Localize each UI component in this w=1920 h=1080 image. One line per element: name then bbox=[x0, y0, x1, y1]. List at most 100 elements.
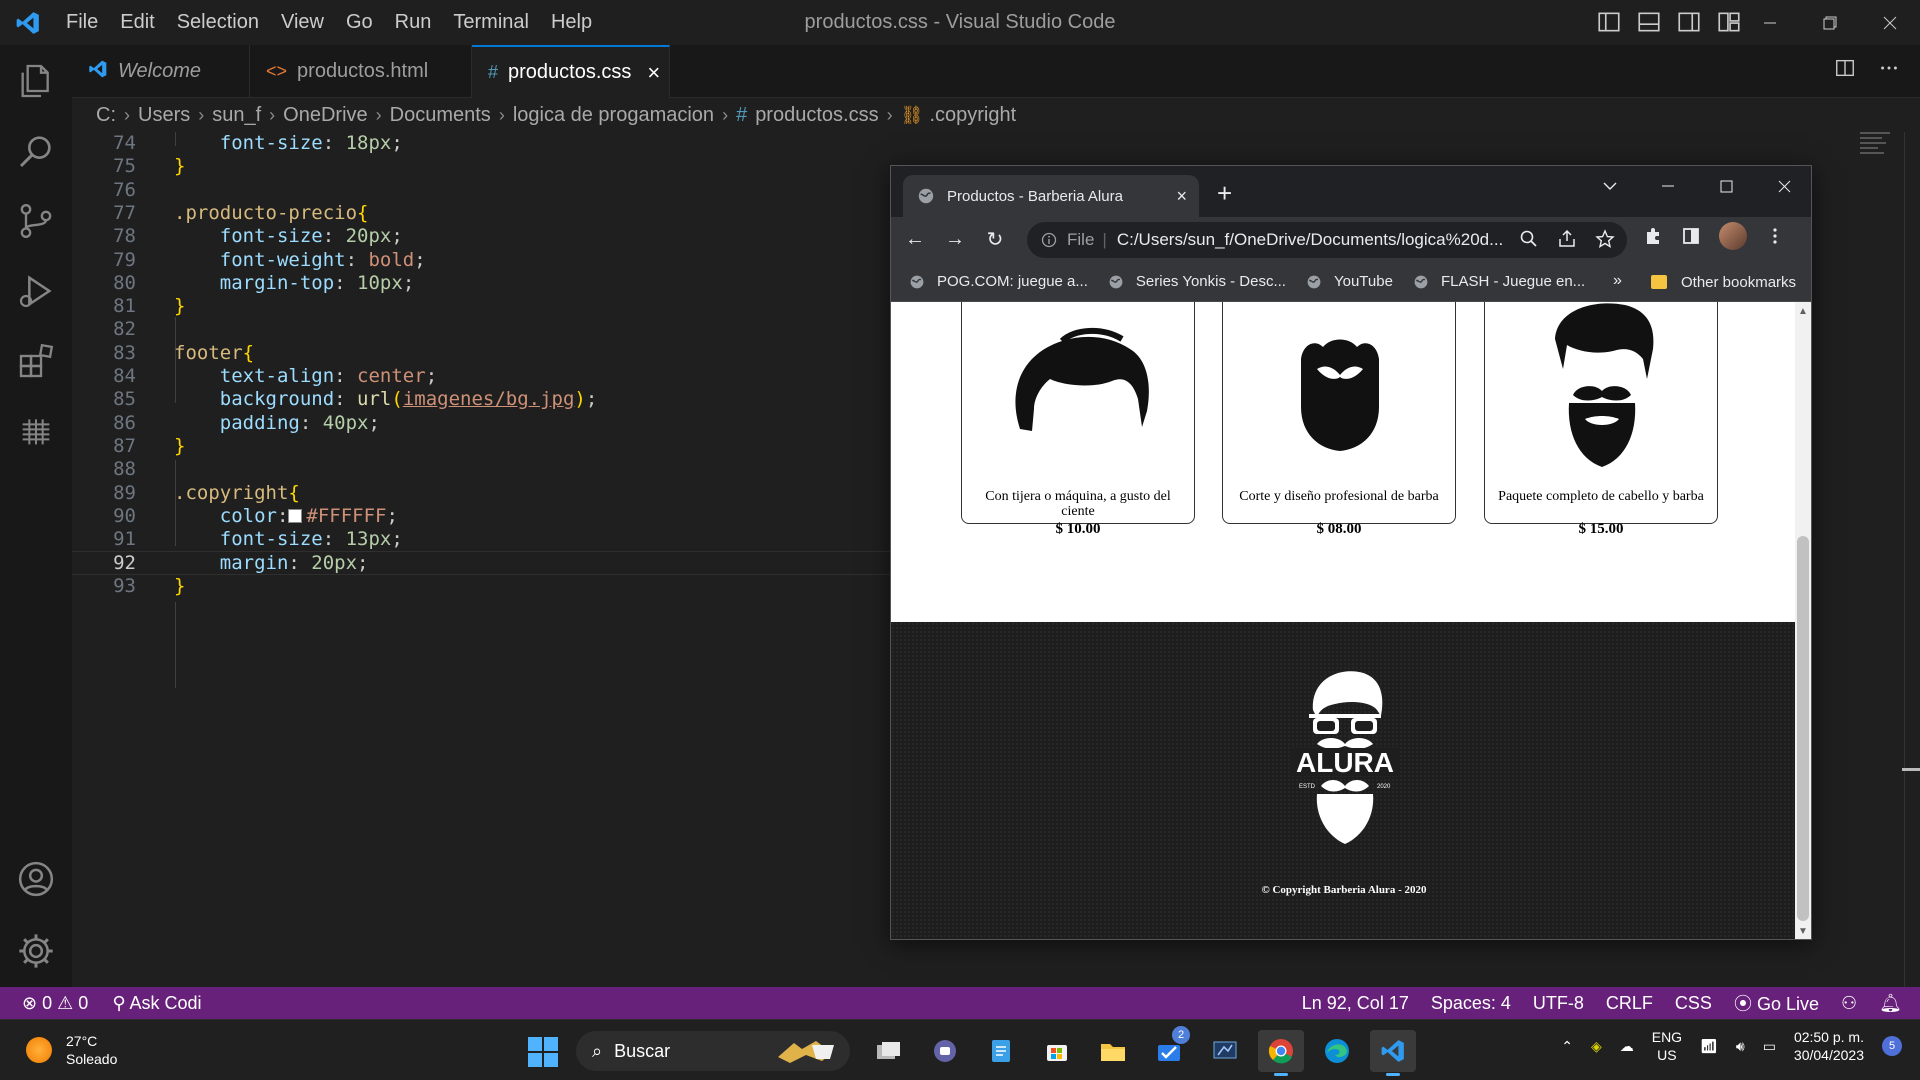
battery-icon[interactable]: ▭ bbox=[1763, 1038, 1776, 1055]
minimap[interactable] bbox=[1860, 132, 1900, 172]
customize-layout-icon[interactable] bbox=[1716, 9, 1742, 35]
minimize-button[interactable] bbox=[1740, 0, 1800, 45]
search-icon[interactable] bbox=[16, 131, 56, 171]
bookmark-star-icon[interactable] bbox=[1595, 229, 1615, 249]
menu-view[interactable]: View bbox=[270, 0, 335, 45]
chrome-icon[interactable] bbox=[1258, 1030, 1304, 1076]
tab-search-icon[interactable] bbox=[1581, 166, 1639, 206]
editor-scrollbar-track[interactable] bbox=[1904, 132, 1905, 987]
settings-gear-icon[interactable] bbox=[16, 931, 56, 971]
breadcrumb-item[interactable]: .copyright bbox=[929, 104, 1016, 127]
code-line[interactable]: 75} bbox=[72, 155, 892, 178]
code-line[interactable]: 86 padding: 40px; bbox=[72, 412, 892, 435]
profile-avatar[interactable] bbox=[1719, 222, 1747, 250]
address-bar[interactable]: File | C:/Users/sun_f/OneDrive/Documents… bbox=[1027, 222, 1627, 258]
menu-edit[interactable]: Edit bbox=[109, 0, 165, 45]
menu-file[interactable]: File bbox=[55, 0, 109, 45]
menu-run[interactable]: Run bbox=[384, 0, 443, 45]
bookmark-item[interactable]: Series Yonkis - Desc... bbox=[1108, 273, 1286, 290]
wifi-icon[interactable]: 📶︎ bbox=[1700, 1038, 1718, 1055]
breadcrumb-item[interactable]: OneDrive bbox=[283, 104, 367, 127]
file-explorer-icon[interactable] bbox=[1090, 1030, 1136, 1072]
problems-indicator[interactable]: ⊗ 0 ⚠ 0 bbox=[22, 993, 88, 1014]
breadcrumb-item[interactable]: sun_f bbox=[212, 104, 261, 127]
weather-widget[interactable]: 27°C Soleado bbox=[26, 1032, 117, 1068]
go-live-button[interactable]: ⦿ Go Live bbox=[1734, 990, 1819, 1016]
bookmarks-overflow-icon[interactable]: » bbox=[1613, 272, 1622, 290]
breadcrumb-item[interactable]: logica de progamacion bbox=[513, 104, 714, 127]
source-control-icon[interactable] bbox=[16, 201, 56, 241]
bookmark-item[interactable]: POG.COM: juegue a... bbox=[909, 273, 1088, 290]
close-tab-icon[interactable]: × bbox=[647, 60, 660, 86]
browser-minimize-button[interactable] bbox=[1639, 166, 1697, 206]
extensions-puzzle-icon[interactable] bbox=[1643, 226, 1663, 246]
code-line[interactable]: 88 bbox=[72, 458, 892, 481]
browser-tab[interactable]: Productos - Barberia Alura × bbox=[903, 175, 1199, 217]
code-line[interactable]: 84 text-align: center; bbox=[72, 365, 892, 388]
info-icon[interactable] bbox=[1041, 232, 1057, 248]
tab-productos-css[interactable]: # productos.css × bbox=[472, 45, 670, 98]
ask-codi[interactable]: ⚲ Ask Codi bbox=[112, 993, 201, 1014]
more-actions-icon[interactable] bbox=[1878, 57, 1900, 79]
security-icon[interactable]: ◈ bbox=[1591, 1038, 1602, 1055]
menu-terminal[interactable]: Terminal bbox=[442, 0, 540, 45]
editor-scrollbar-thumb[interactable] bbox=[1902, 768, 1920, 771]
remote-desktop-icon[interactable] bbox=[1202, 1030, 1248, 1072]
windows-start-icon[interactable] bbox=[528, 1037, 558, 1067]
code-line[interactable]: 74 font-size: 18px; bbox=[72, 132, 892, 155]
tab-welcome[interactable]: Welcome bbox=[72, 45, 250, 98]
cursor-position[interactable]: Ln 92, Col 17 bbox=[1302, 993, 1409, 1014]
run-debug-icon[interactable] bbox=[16, 271, 56, 311]
close-tab-icon[interactable]: × bbox=[1176, 186, 1187, 207]
restore-button[interactable] bbox=[1800, 0, 1860, 45]
bookmark-item[interactable]: YouTube bbox=[1306, 273, 1393, 290]
page-scrollbar-thumb[interactable] bbox=[1797, 536, 1809, 921]
language-indicator[interactable]: ENG US bbox=[1652, 1028, 1682, 1064]
code-line[interactable]: 89 .copyright{ bbox=[72, 482, 892, 505]
indentation[interactable]: Spaces: 4 bbox=[1431, 993, 1511, 1014]
other-bookmarks[interactable]: Other bookmarks bbox=[1651, 262, 1796, 302]
explorer-icon[interactable] bbox=[16, 61, 56, 101]
breadcrumb-item[interactable]: Users bbox=[138, 104, 190, 127]
taskbar-search[interactable]: ⌕ Buscar bbox=[576, 1031, 850, 1071]
close-window-button[interactable] bbox=[1860, 0, 1920, 45]
menu-help[interactable]: Help bbox=[540, 0, 603, 45]
reload-icon[interactable]: ↻ bbox=[975, 220, 1015, 260]
microsoft-todo-icon[interactable]: 2 bbox=[1146, 1026, 1192, 1072]
color-swatch[interactable] bbox=[288, 508, 303, 523]
toggle-secondary-sidebar-icon[interactable] bbox=[1676, 9, 1702, 35]
page-scrollbar[interactable]: ▲ ▼ bbox=[1795, 302, 1811, 939]
back-arrow-icon[interactable]: ← bbox=[895, 220, 935, 260]
bookmark-item[interactable]: FLASH - Juegue en... bbox=[1413, 273, 1585, 290]
breadcrumb-item[interactable]: C: bbox=[96, 104, 116, 127]
breadcrumb-item[interactable]: productos.css bbox=[755, 104, 878, 127]
scroll-down-icon[interactable]: ▼ bbox=[1798, 926, 1808, 937]
scroll-up-icon[interactable]: ▲ bbox=[1798, 306, 1808, 317]
vscode-logo-icon[interactable] bbox=[0, 0, 55, 45]
volume-icon[interactable]: 🔊︎ bbox=[1736, 1038, 1745, 1055]
code-line[interactable]: 79 font-weight: bold; bbox=[72, 249, 892, 272]
language-mode[interactable]: CSS bbox=[1675, 993, 1712, 1014]
menu-selection[interactable]: Selection bbox=[166, 0, 270, 45]
browser-menu-icon[interactable] bbox=[1765, 226, 1785, 246]
code-line[interactable]: 82 bbox=[72, 318, 892, 341]
code-line[interactable]: 85 background: url(imagenes/bg.jpg); bbox=[72, 388, 892, 411]
menu-go[interactable]: Go bbox=[335, 0, 384, 45]
notepad-icon[interactable] bbox=[978, 1030, 1024, 1072]
share-icon[interactable] bbox=[1557, 229, 1577, 249]
edge-icon[interactable] bbox=[1314, 1030, 1360, 1072]
zoom-icon[interactable] bbox=[1519, 229, 1539, 249]
accounts-icon[interactable] bbox=[16, 859, 56, 899]
feedback-icon[interactable]: ⚇ bbox=[1841, 993, 1857, 1014]
toggle-panel-icon[interactable] bbox=[1636, 9, 1662, 35]
extensions-icon[interactable] bbox=[16, 341, 56, 381]
code-line[interactable]: 77 .producto-precio{ bbox=[72, 202, 892, 225]
encoding[interactable]: UTF-8 bbox=[1533, 993, 1584, 1014]
microsoft-store-icon[interactable] bbox=[1034, 1030, 1080, 1072]
notification-count[interactable]: 5 bbox=[1882, 1036, 1902, 1056]
code-line[interactable]: 76 bbox=[72, 179, 892, 202]
codi-extension-icon[interactable] bbox=[16, 411, 56, 451]
split-editor-icon[interactable] bbox=[1834, 57, 1856, 79]
code-line[interactable]: 90 color: #FFFFFF; bbox=[72, 505, 892, 528]
code-line[interactable]: 87} bbox=[72, 435, 892, 458]
